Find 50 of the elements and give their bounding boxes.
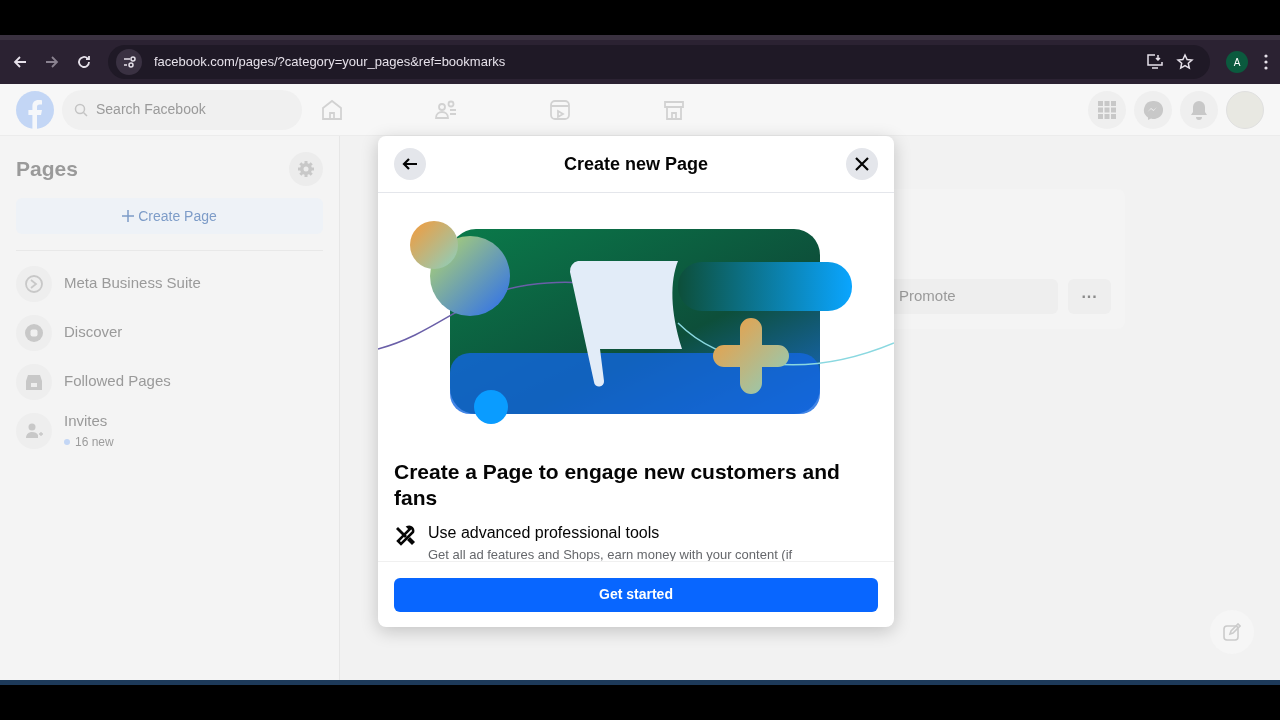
home-icon[interactable] xyxy=(320,97,344,122)
url-text: facebook.com/pages/?category=your_pages&ref=bookmarks xyxy=(154,53,507,72)
back-button[interactable] xyxy=(394,148,426,180)
forward-icon[interactable] xyxy=(44,54,60,70)
reload-icon[interactable] xyxy=(76,54,92,70)
item-label: Discover xyxy=(64,322,123,343)
install-app-icon[interactable] xyxy=(1146,53,1164,71)
get-started-button[interactable]: Get started xyxy=(394,577,878,612)
profile-avatar[interactable]: A xyxy=(1226,51,1248,73)
grid-icon xyxy=(1098,100,1116,119)
messenger-icon xyxy=(1143,99,1163,120)
dialog-heading: Create a Page to engage new customers and fans xyxy=(394,459,841,511)
back-icon[interactable] xyxy=(12,54,28,70)
apps-button[interactable] xyxy=(1088,90,1126,129)
unread-dot-icon xyxy=(64,438,70,445)
plus-icon xyxy=(122,210,135,222)
site-settings-icon[interactable] xyxy=(116,49,142,75)
notifications-button[interactable] xyxy=(1180,90,1218,129)
messenger-button[interactable] xyxy=(1134,90,1172,129)
sidebar-item[interactable]: Invites 16 new xyxy=(16,406,323,455)
new-message-button[interactable] xyxy=(1210,610,1254,654)
address-bar[interactable]: facebook.com/pages/?category=your_pages&ref=bookmarks xyxy=(108,45,1210,79)
settings-button[interactable] xyxy=(289,152,323,186)
close-icon xyxy=(855,157,869,171)
tools-icon xyxy=(394,525,416,547)
feature-title: Use advanced professional tools xyxy=(428,523,661,543)
more-button[interactable]: ··· xyxy=(1068,279,1111,314)
close-button[interactable] xyxy=(846,148,878,180)
sidebar-item[interactable]: Meta Business Suite xyxy=(16,259,323,308)
bell-icon xyxy=(1190,99,1208,120)
search-input: Search Facebook xyxy=(96,99,276,120)
video-icon[interactable] xyxy=(548,97,572,122)
menu-icon[interactable] xyxy=(1264,54,1268,70)
star-icon[interactable] xyxy=(1176,53,1194,71)
create-page-button[interactable]: Create Page xyxy=(16,198,323,234)
back-arrow-icon xyxy=(402,156,418,172)
facebook-logo-icon[interactable] xyxy=(16,90,54,129)
item-label: Meta Business Suite xyxy=(64,273,201,294)
feature-description: Get all ad features and Shops, earn money with your content (if xyxy=(428,546,793,561)
settings-icon xyxy=(297,160,315,178)
dialog-title: Create new Page xyxy=(563,152,709,176)
edit-icon xyxy=(1223,623,1241,641)
sidebar-title: Pages xyxy=(16,156,78,183)
sidebar-item[interactable]: Discover xyxy=(16,308,323,357)
item-subtitle: 16 new xyxy=(75,433,114,451)
item-label: Followed Pages xyxy=(64,371,171,392)
sidebar-item[interactable]: Followed Pages xyxy=(16,357,323,406)
item-label: Invites xyxy=(64,411,109,432)
search-icon xyxy=(74,102,88,117)
search-field[interactable]: Search Facebook xyxy=(62,89,302,130)
